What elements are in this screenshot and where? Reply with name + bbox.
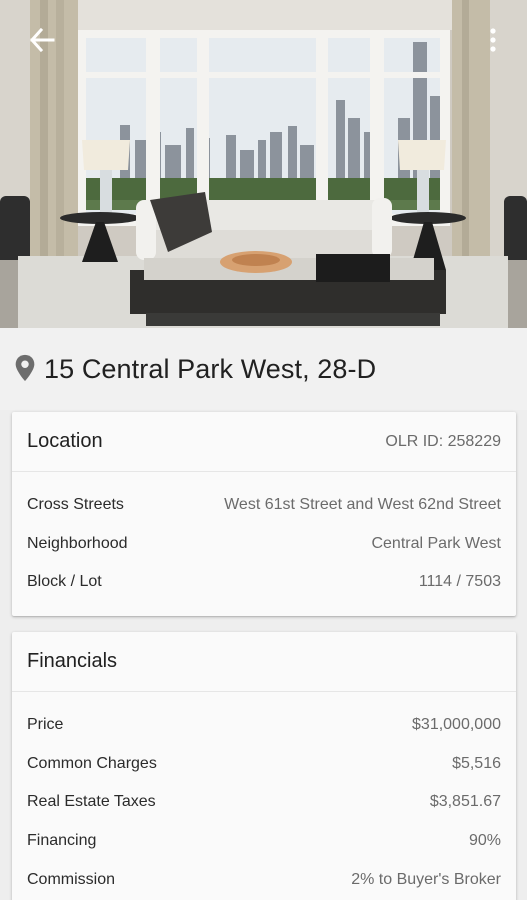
row-value: $3,851.67 xyxy=(429,793,501,811)
back-button[interactable] xyxy=(22,22,62,58)
arrow-left-icon xyxy=(29,28,55,52)
location-pin-icon xyxy=(15,354,35,382)
financials-card-title: Financials xyxy=(27,650,118,672)
location-card-header: Location OLR ID: 258229 xyxy=(12,412,516,472)
row-label: Block / Lot xyxy=(27,573,102,591)
location-row-neighborhood: Neighborhood Central Park West xyxy=(12,525,516,564)
location-row-block-lot: Block / Lot 1114 / 7503 xyxy=(12,563,516,602)
row-label: Real Estate Taxes xyxy=(27,793,156,811)
financials-row-financing: Financing 90% xyxy=(12,822,516,861)
financials-row-common-charges: Common Charges $5,516 xyxy=(12,745,516,784)
listing-address: 15 Central Park West, 28-D xyxy=(44,353,377,384)
row-value: Central Park West xyxy=(371,534,501,552)
row-value: $5,516 xyxy=(452,754,501,772)
financials-card: Financials Price $31,000,000 Common Char… xyxy=(12,632,516,900)
listing-title-row: 15 Central Park West, 28-D xyxy=(0,328,527,410)
financials-row-price: Price $31,000,000 xyxy=(12,706,516,745)
financials-row-real-estate-taxes: Real Estate Taxes $3,851.67 xyxy=(12,783,516,822)
row-value: 1114 / 7503 xyxy=(418,573,501,591)
financials-row-commission: Commission 2% to Buyer's Broker xyxy=(12,860,516,899)
location-card-title: Location xyxy=(27,430,103,452)
row-label: Price xyxy=(27,716,64,734)
living-room-photo xyxy=(0,0,527,328)
row-value: 90% xyxy=(468,832,501,850)
listing-photo[interactable] xyxy=(0,0,527,328)
more-options-button[interactable] xyxy=(473,22,513,58)
row-label: Cross Streets xyxy=(27,496,124,514)
olr-id-label: OLR ID: 258229 xyxy=(385,432,501,450)
location-row-cross-streets: Cross Streets West 61st Street and West … xyxy=(12,486,516,525)
row-label: Commission xyxy=(27,870,116,888)
row-label: Common Charges xyxy=(27,754,157,772)
row-value: $31,000,000 xyxy=(412,716,501,734)
location-card: Location OLR ID: 258229 Cross Streets We… xyxy=(12,412,516,616)
financials-card-header: Financials xyxy=(12,632,516,692)
row-label: Financing xyxy=(27,832,97,850)
row-label: Neighborhood xyxy=(27,534,128,552)
more-vertical-icon xyxy=(490,28,496,52)
row-value: 2% to Buyer's Broker xyxy=(351,870,501,888)
row-value: West 61st Street and West 62nd Street xyxy=(224,496,501,514)
